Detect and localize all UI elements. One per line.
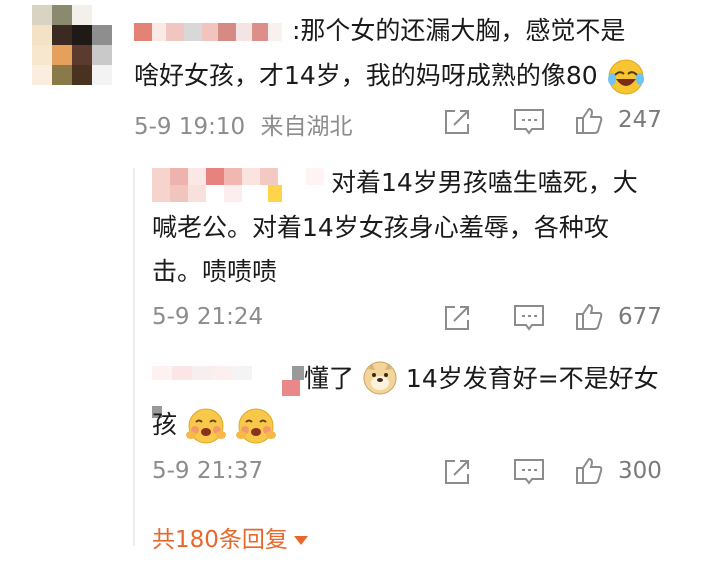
comment-meta: 5-9 19:10 来自湖北 xyxy=(134,107,352,141)
more-replies-label: 共180条回复 xyxy=(152,527,288,553)
comment-text-line: :那个女的还漏大胸，感觉不是 xyxy=(292,16,626,45)
thumbs-up-icon[interactable] xyxy=(573,455,605,487)
thumbs-up-icon[interactable] xyxy=(573,301,605,333)
comment-location: 来自湖北 xyxy=(260,114,353,140)
reply-text: 懂了 xyxy=(304,364,355,393)
thumbs-up-icon[interactable] xyxy=(573,105,605,137)
reply-text: 14岁发育好=不是好女 xyxy=(405,364,659,393)
comment-time: 5-9 19:10 xyxy=(134,114,246,140)
caret-down-icon xyxy=(293,536,308,545)
reply-text-line: 喊老公。对着14岁女孩身心羞辱，各种攻 xyxy=(152,213,609,242)
reply-username-blurred[interactable] xyxy=(152,366,304,396)
comment-icon[interactable] xyxy=(512,106,546,138)
reply-text-line: 击。啧啧啧 xyxy=(152,257,278,286)
reply-text: 孩 xyxy=(152,410,178,439)
shy-blush-emoji xyxy=(185,408,226,444)
like-count: 677 xyxy=(618,304,662,330)
share-icon[interactable] xyxy=(441,302,473,334)
comment-text-line: 啥好女孩，才14岁，我的妈呀成熟的像80 xyxy=(134,52,646,100)
like-count: 247 xyxy=(618,107,662,133)
username-blurred[interactable] xyxy=(134,23,296,41)
reply-text-line: 孩 xyxy=(152,401,277,449)
share-icon[interactable] xyxy=(441,456,473,488)
share-icon[interactable] xyxy=(441,106,473,138)
like-count: 300 xyxy=(618,458,662,484)
doge-emoji xyxy=(363,361,397,395)
comment-text: 啥好女孩，才14岁，我的妈呀成熟的像80 xyxy=(134,61,598,90)
shy-blush-emoji xyxy=(235,408,276,444)
more-replies-link[interactable]: 共180条回复 xyxy=(152,520,308,554)
reply-thread-divider xyxy=(133,168,135,546)
reply-time: 5-9 21:24 xyxy=(152,304,264,330)
reply-time: 5-9 21:37 xyxy=(152,458,264,484)
comment-icon[interactable] xyxy=(512,456,546,488)
avatar[interactable] xyxy=(32,5,112,85)
reply-username-blurred[interactable] xyxy=(152,168,332,202)
reply-text-line: 懂了 14岁发育好=不是好女 xyxy=(304,355,659,403)
laugh-cry-emoji xyxy=(607,59,644,95)
reply-text-line: 对着14岁男孩嗑生嗑死，大 xyxy=(331,168,638,197)
comment-icon[interactable] xyxy=(512,302,546,334)
